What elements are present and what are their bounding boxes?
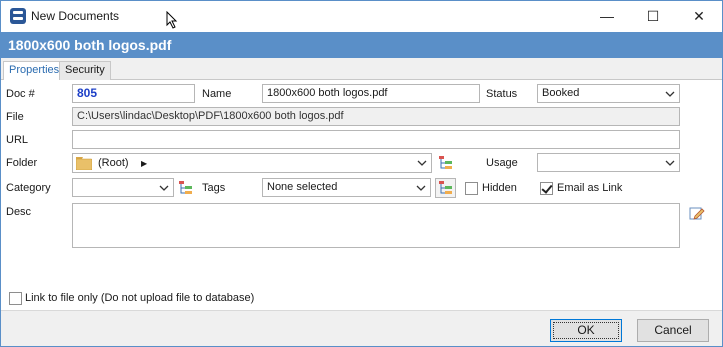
tags-label: Tags: [202, 182, 226, 194]
folder-expand-arrow[interactable]: ▶: [141, 157, 147, 170]
window-title: New Documents: [31, 9, 120, 23]
link-only-checkbox[interactable]: [9, 292, 22, 305]
doc-number-label: Doc #: [6, 88, 35, 100]
chevron-down-icon: [665, 91, 675, 97]
edit-icon[interactable]: [689, 205, 705, 221]
folder-icon: [76, 157, 92, 170]
tab-security[interactable]: Security: [59, 61, 111, 80]
tags-select[interactable]: None selected: [262, 178, 431, 197]
doc-number-field[interactable]: 805: [72, 84, 195, 103]
url-label: URL: [6, 134, 29, 146]
category-select[interactable]: [72, 178, 174, 197]
close-button[interactable]: ✕: [676, 1, 722, 31]
usage-select[interactable]: [537, 153, 680, 172]
file-label: File: [6, 111, 24, 123]
status-select[interactable]: Booked: [537, 84, 680, 103]
hidden-checkbox[interactable]: [465, 182, 478, 195]
app-icon: [10, 8, 26, 24]
category-label: Category: [6, 182, 51, 194]
chevron-down-icon: [417, 160, 427, 166]
document-header-title: 1800x600 both logos.pdf: [1, 32, 722, 58]
email-as-link-checkbox[interactable]: [540, 182, 553, 195]
link-only-label: Link to file only (Do not upload file to…: [25, 292, 255, 304]
tab-bar: Properties Security: [1, 58, 722, 81]
folder-label: Folder: [6, 157, 38, 169]
folder-value: (Root): [98, 157, 129, 169]
minimize-button[interactable]: —: [584, 1, 630, 31]
new-documents-window: New Documents — ☐ ✕ 1800x600 both logos.…: [0, 0, 723, 347]
desc-label: Desc: [6, 206, 32, 218]
chevron-down-icon: [665, 160, 675, 166]
usage-label: Usage: [486, 157, 518, 169]
status-value: Booked: [542, 87, 580, 99]
mouse-cursor-icon: [166, 11, 178, 29]
chevron-down-icon: [159, 185, 169, 191]
chevron-down-icon: [416, 185, 426, 191]
desc-textarea[interactable]: [72, 203, 680, 248]
tree-icon[interactable]: [438, 155, 454, 171]
tree-icon[interactable]: [178, 180, 194, 196]
status-label: Status: [486, 88, 518, 100]
maximize-button[interactable]: ☐: [630, 1, 676, 31]
url-input[interactable]: [72, 130, 680, 149]
tags-value: None selected: [267, 181, 338, 193]
dialog-footer: OK Cancel: [1, 310, 722, 346]
tab-properties[interactable]: Properties: [3, 61, 66, 81]
properties-form: Doc # 805 Name 1800x600 both logos.pdf S…: [1, 80, 722, 310]
hidden-label: Hidden: [482, 182, 517, 194]
name-label: Name: [202, 88, 232, 100]
folder-select[interactable]: (Root) ▶: [72, 153, 432, 173]
email-as-link-label: Email as Link: [557, 182, 623, 194]
file-path-field: C:\Users\lindac\Desktop\PDF\1800x600 bot…: [72, 107, 680, 126]
title-bar: New Documents — ☐ ✕: [1, 1, 722, 32]
cancel-button[interactable]: Cancel: [637, 319, 709, 342]
name-field[interactable]: 1800x600 both logos.pdf: [262, 84, 480, 103]
tree-icon: [439, 181, 452, 194]
ok-button[interactable]: OK: [550, 319, 622, 342]
tags-tree-button[interactable]: [435, 178, 456, 198]
